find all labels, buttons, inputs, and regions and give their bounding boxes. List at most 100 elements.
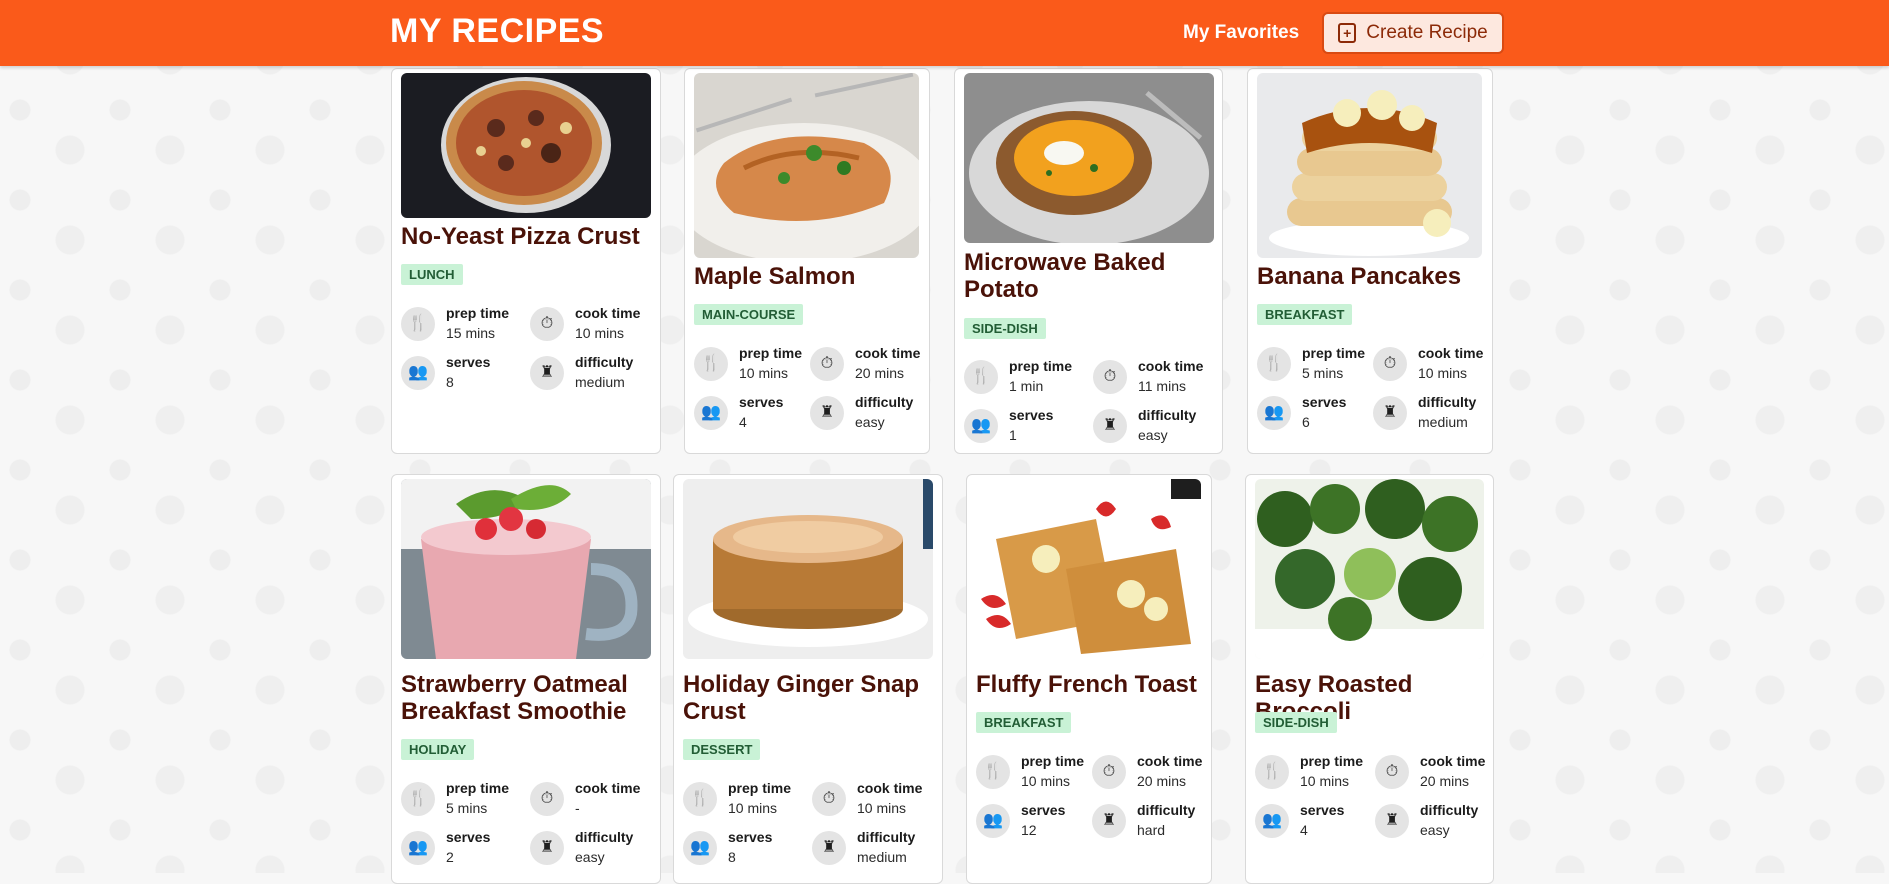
recipe-title[interactable]: Banana Pancakes [1257, 263, 1486, 290]
stat-serves: 👥 serves 12 [976, 802, 1104, 846]
stat-cook-time: ⏱ cook time 20 mins [810, 345, 938, 389]
chef-hat-icon: ♜ [1092, 804, 1126, 838]
stat-value: medium [1418, 414, 1468, 430]
create-recipe-button[interactable]: + Create Recipe [1322, 12, 1504, 54]
stat-label: prep time [739, 345, 803, 361]
stat-label: cook time [575, 780, 641, 796]
stat-serves: 👥 serves 2 [401, 829, 529, 873]
category-badge: MAIN-COURSE [694, 304, 804, 325]
recipe-image-smoothie[interactable] [401, 479, 651, 659]
people-icon: 👥 [976, 804, 1010, 838]
recipe-title[interactable]: Microwave Baked Potato [964, 249, 1216, 303]
people-icon: 👥 [694, 396, 728, 430]
stat-value: 20 mins [1137, 773, 1187, 789]
timer-icon: ⏱ [530, 782, 564, 816]
recipe-card[interactable]: Easy Roasted Broccoli SIDE-DISH 🍴 prep t… [1245, 474, 1494, 884]
chef-hat-icon: ♜ [530, 831, 564, 865]
people-icon: 👥 [1257, 396, 1291, 430]
stat-value: 10 mins [1418, 365, 1468, 381]
stat-label: cook time [857, 780, 923, 796]
utensils-icon: 🍴 [694, 347, 728, 381]
utensils-icon: 🍴 [401, 307, 435, 341]
stat-serves: 👥 serves 8 [401, 354, 529, 398]
stat-value: 8 [446, 374, 454, 390]
stat-difficulty: ♜ difficulty hard [1092, 802, 1220, 846]
recipe-card[interactable]: Maple Salmon MAIN-COURSE 🍴 prep time 10 … [684, 68, 930, 454]
stat-value: 10 mins [1021, 773, 1071, 789]
stat-serves: 👥 serves 6 [1257, 394, 1385, 438]
stat-value: 4 [739, 414, 747, 430]
category-badge: BREAKFAST [1257, 304, 1353, 325]
stat-value: 10 mins [857, 800, 907, 816]
stat-prep-time: 🍴 prep time 15 mins [401, 305, 529, 349]
stat-difficulty: ♜ difficulty easy [1093, 407, 1221, 451]
chef-hat-icon: ♜ [1373, 396, 1407, 430]
stat-label: cook time [855, 345, 921, 361]
stat-cook-time: ⏱ cook time 10 mins [812, 780, 940, 824]
utensils-icon: 🍴 [976, 755, 1010, 789]
stat-label: serves [739, 394, 784, 410]
stat-value: 10 mins [728, 800, 778, 816]
create-recipe-label: Create Recipe [1366, 22, 1488, 43]
utensils-icon: 🍴 [1257, 347, 1291, 381]
recipe-image-french-toast[interactable] [976, 479, 1201, 659]
category-badge: BREAKFAST [976, 712, 1072, 733]
timer-icon: ⏱ [1093, 360, 1127, 394]
stat-prep-time: 🍴 prep time 10 mins [683, 780, 811, 824]
people-icon: 👥 [683, 831, 717, 865]
stat-serves: 👥 serves 4 [694, 394, 822, 438]
my-favorites-link[interactable]: My Favorites [1183, 22, 1299, 44]
stat-label: difficulty [1420, 802, 1479, 818]
timer-icon: ⏱ [1373, 347, 1407, 381]
recipe-image-pancakes[interactable] [1257, 73, 1482, 258]
recipe-image-pizza[interactable] [401, 73, 651, 218]
stat-label: cook time [1137, 753, 1203, 769]
stat-difficulty: ♜ difficulty medium [812, 829, 940, 873]
recipe-image-salmon[interactable] [694, 73, 919, 258]
stat-value: medium [575, 374, 625, 390]
stat-label: cook time [1138, 358, 1204, 374]
recipe-image-broccoli[interactable] [1255, 479, 1484, 659]
stat-label: cook time [1420, 753, 1486, 769]
stat-serves: 👥 serves 4 [1255, 802, 1383, 846]
stat-prep-time: 🍴 prep time 10 mins [694, 345, 822, 389]
recipe-image-cheesecake[interactable] [683, 479, 933, 659]
recipe-title[interactable]: Fluffy French Toast [976, 671, 1205, 698]
stat-cook-time: ⏱ cook time 11 mins [1093, 358, 1221, 402]
stat-label: prep time [446, 305, 510, 321]
recipe-card[interactable]: Fluffy French Toast BREAKFAST 🍴 prep tim… [966, 474, 1212, 884]
recipe-card[interactable]: Holiday Ginger Snap Crust DESSERT 🍴 prep… [673, 474, 943, 884]
stat-value: 20 mins [1420, 773, 1470, 789]
stat-value: 11 mins [1138, 378, 1186, 394]
category-badge: SIDE-DISH [1255, 712, 1337, 733]
stat-value: 5 mins [446, 800, 488, 816]
people-icon: 👥 [964, 409, 998, 443]
stat-label: prep time [1300, 753, 1364, 769]
recipe-title[interactable]: Maple Salmon [694, 263, 923, 290]
stat-value: easy [575, 849, 605, 865]
recipe-card[interactable]: Banana Pancakes BREAKFAST 🍴 prep time 5 … [1247, 68, 1493, 454]
recipe-title[interactable]: Strawberry Oatmeal Breakfast Smoothie [401, 671, 654, 725]
recipe-title[interactable]: No-Yeast Pizza Crust [401, 223, 654, 250]
stat-difficulty: ♜ difficulty medium [530, 354, 658, 398]
recipe-card[interactable]: Strawberry Oatmeal Breakfast Smoothie HO… [391, 474, 661, 884]
recipe-card[interactable]: Microwave Baked Potato SIDE-DISH 🍴 prep … [954, 68, 1223, 454]
stat-label: serves [1021, 802, 1066, 818]
category-badge: DESSERT [683, 739, 761, 760]
recipe-image-potato[interactable] [964, 73, 1214, 243]
stat-label: difficulty [575, 829, 634, 845]
recipe-title[interactable]: Holiday Ginger Snap Crust [683, 671, 936, 725]
stat-value: 1 min [1009, 378, 1044, 394]
timer-icon: ⏱ [1375, 755, 1409, 789]
stat-value: - [575, 800, 580, 816]
recipe-card[interactable]: No-Yeast Pizza Crust LUNCH 🍴 prep time 1… [391, 68, 661, 454]
stat-value: easy [1420, 822, 1450, 838]
brand-title[interactable]: MY RECIPES [390, 12, 604, 51]
people-icon: 👥 [401, 356, 435, 390]
stat-label: cook time [575, 305, 641, 321]
stat-value: hard [1137, 822, 1166, 838]
stat-value: 1 [1009, 427, 1017, 443]
stat-prep-time: 🍴 prep time 10 mins [1255, 753, 1383, 797]
stat-label: serves [446, 829, 491, 845]
stat-label: prep time [446, 780, 510, 796]
